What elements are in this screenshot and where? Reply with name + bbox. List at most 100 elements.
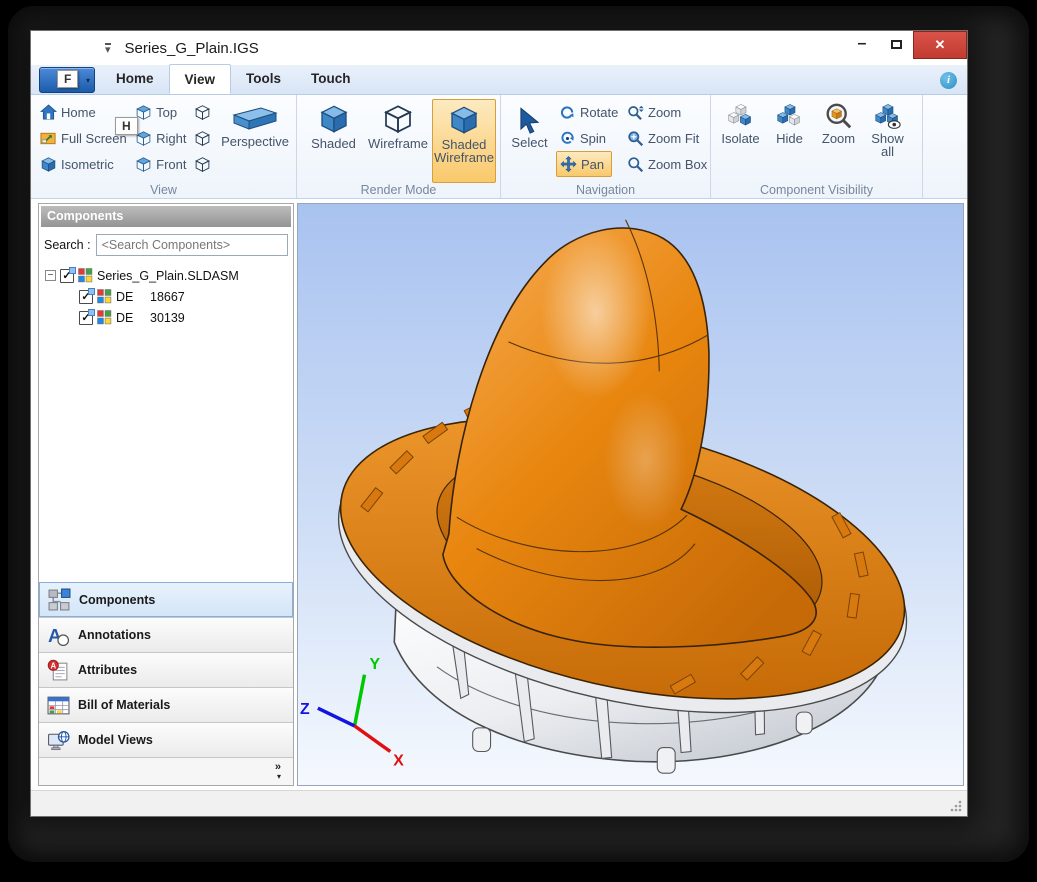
- pan-button[interactable]: Pan: [556, 151, 612, 177]
- wireframe-cube-icon: [382, 103, 414, 135]
- part-name: DE: [116, 311, 146, 325]
- top-view-icon: [135, 104, 152, 121]
- info-button[interactable]: i: [940, 72, 957, 89]
- tab-bar: ▾ F H Home View Tools Touch i: [31, 65, 967, 95]
- sidebar-item-model-views[interactable]: Model Views: [39, 722, 293, 757]
- sidebar-overflow-button[interactable]: » ▾: [39, 757, 293, 785]
- tab-home[interactable]: Home: [101, 64, 169, 94]
- collapse-icon[interactable]: −: [45, 270, 56, 281]
- close-button[interactable]: ✕: [913, 31, 967, 59]
- axis-x-label: X: [393, 752, 404, 769]
- pan-icon: [560, 156, 577, 173]
- left-view-button[interactable]: [191, 125, 216, 151]
- select-cursor-icon: [516, 107, 543, 134]
- sidebar-item-bill-of-materials[interactable]: Bill of Materials: [39, 687, 293, 722]
- tree-child-row[interactable]: ✓ DE 18667: [45, 286, 291, 307]
- bottom-view-icon: [194, 104, 211, 121]
- part-icon: [97, 310, 112, 325]
- zoom-box-icon: [627, 156, 644, 173]
- status-bar: [31, 790, 967, 816]
- ribbon-group-navigation: Select Rotate Spin Pan: [501, 95, 711, 198]
- panel-header: Components: [41, 206, 291, 227]
- chevron-double-icon: »: [275, 762, 281, 772]
- zoom-fit-icon: [627, 130, 644, 147]
- home-icon: [40, 104, 57, 121]
- component-zoom-button[interactable]: Zoom: [815, 99, 862, 183]
- search-components-input[interactable]: [96, 234, 288, 256]
- shaded-button[interactable]: Shaded: [303, 99, 364, 183]
- isolate-cubes-icon: [727, 103, 754, 130]
- tab-touch[interactable]: Touch: [296, 64, 366, 94]
- part-number: 30139: [150, 311, 185, 325]
- components-icon: [48, 588, 71, 611]
- viewport-canvas[interactable]: Y Z X: [297, 203, 964, 786]
- shaded-cube-icon: [318, 103, 350, 135]
- back-view-button[interactable]: [191, 151, 216, 177]
- spin-button[interactable]: Spin: [556, 125, 620, 151]
- child-checkbox[interactable]: ✓: [79, 311, 93, 325]
- isolate-button[interactable]: Isolate: [717, 99, 764, 183]
- rotate-icon: [559, 104, 576, 121]
- zoom-box-button[interactable]: Zoom Box: [624, 151, 706, 177]
- full-screen-icon: [40, 130, 57, 147]
- sidebar-item-annotations[interactable]: Annotations: [39, 617, 293, 652]
- maximize-icon: [891, 40, 902, 49]
- search-label: Search :: [44, 238, 91, 252]
- part-icon: [97, 289, 112, 304]
- resize-grip[interactable]: [949, 799, 963, 813]
- tree-root-row[interactable]: − ✓ Series_G_Plain.SLDASM: [45, 265, 291, 286]
- perspective-icon: [231, 105, 279, 131]
- tree-root-label: Series_G_Plain.SLDASM: [97, 269, 239, 283]
- sidebar-item-components[interactable]: Components: [39, 582, 293, 617]
- navigation-group-label: Navigation: [501, 183, 710, 197]
- front-view-button[interactable]: Front: [132, 151, 189, 177]
- right-view-button[interactable]: Right: [132, 125, 189, 151]
- model-views-icon: [47, 729, 70, 752]
- sidebar-nav: Components Annotations Attributes Bill o…: [39, 582, 293, 785]
- file-keytip: F: [57, 70, 78, 88]
- axis-z-label: Z: [300, 701, 310, 718]
- sidebar-item-attributes[interactable]: Attributes: [39, 652, 293, 687]
- show-all-cubes-icon: [874, 103, 901, 130]
- isometric-cube-icon: [40, 156, 57, 173]
- shaded-wireframe-button[interactable]: Shaded Wireframe: [432, 99, 496, 183]
- bill-of-materials-icon: [47, 694, 70, 717]
- wireframe-button[interactable]: Wireframe: [366, 99, 430, 183]
- annotations-icon: [47, 624, 70, 647]
- top-view-button[interactable]: Top: [132, 99, 189, 125]
- components-tree: − ✓ Series_G_Plain.SLDASM ✓ DE 18667 ✓ D…: [39, 261, 293, 582]
- render-mode-group-label: Render Mode: [297, 183, 500, 197]
- main-area: Components Search : − ✓ Series_G_Plain.S…: [31, 199, 967, 790]
- maximize-button[interactable]: [879, 31, 913, 57]
- child-checkbox[interactable]: ✓: [79, 290, 93, 304]
- show-all-button[interactable]: Show all: [864, 99, 911, 183]
- left-view-icon: [194, 130, 211, 147]
- zoom-button[interactable]: Zoom: [624, 99, 706, 125]
- ribbon-group-component-visibility: Isolate Hide Zoom Show all Component Vis…: [711, 95, 923, 198]
- ribbon: Home Full Screen Isometric Top: [31, 95, 967, 199]
- hide-cubes-icon: [776, 103, 803, 130]
- bottom-view-button[interactable]: [191, 99, 216, 125]
- minimize-button[interactable]: –: [845, 31, 879, 57]
- right-view-icon: [135, 130, 152, 147]
- hide-button[interactable]: Hide: [766, 99, 813, 183]
- zoom-icon: [627, 104, 644, 121]
- tab-view[interactable]: View: [169, 64, 232, 94]
- root-checkbox[interactable]: ✓: [60, 269, 74, 283]
- select-button[interactable]: Select: [507, 99, 552, 183]
- home-keytip: H: [115, 117, 138, 135]
- tab-tools[interactable]: Tools: [231, 64, 296, 94]
- title-menu-icon[interactable]: ▾: [105, 43, 111, 54]
- part-number: 18667: [150, 290, 185, 304]
- isometric-button[interactable]: Isometric: [37, 151, 130, 177]
- spin-icon: [559, 130, 576, 147]
- app-window: ▾ Series_G_Plain.IGS – ✕ ▾ F H Home View…: [30, 30, 968, 817]
- tree-child-row[interactable]: ✓ DE 30139: [45, 307, 291, 328]
- chevron-down-icon: ▾: [277, 772, 281, 782]
- zoom-fit-button[interactable]: Zoom Fit: [624, 125, 706, 151]
- part-name: DE: [116, 290, 146, 304]
- rotate-button[interactable]: Rotate: [556, 99, 620, 125]
- ribbon-group-render-mode: Shaded Wireframe Shaded Wireframe Render…: [297, 95, 501, 198]
- perspective-button[interactable]: Perspective: [218, 99, 292, 177]
- front-view-icon: [135, 156, 152, 173]
